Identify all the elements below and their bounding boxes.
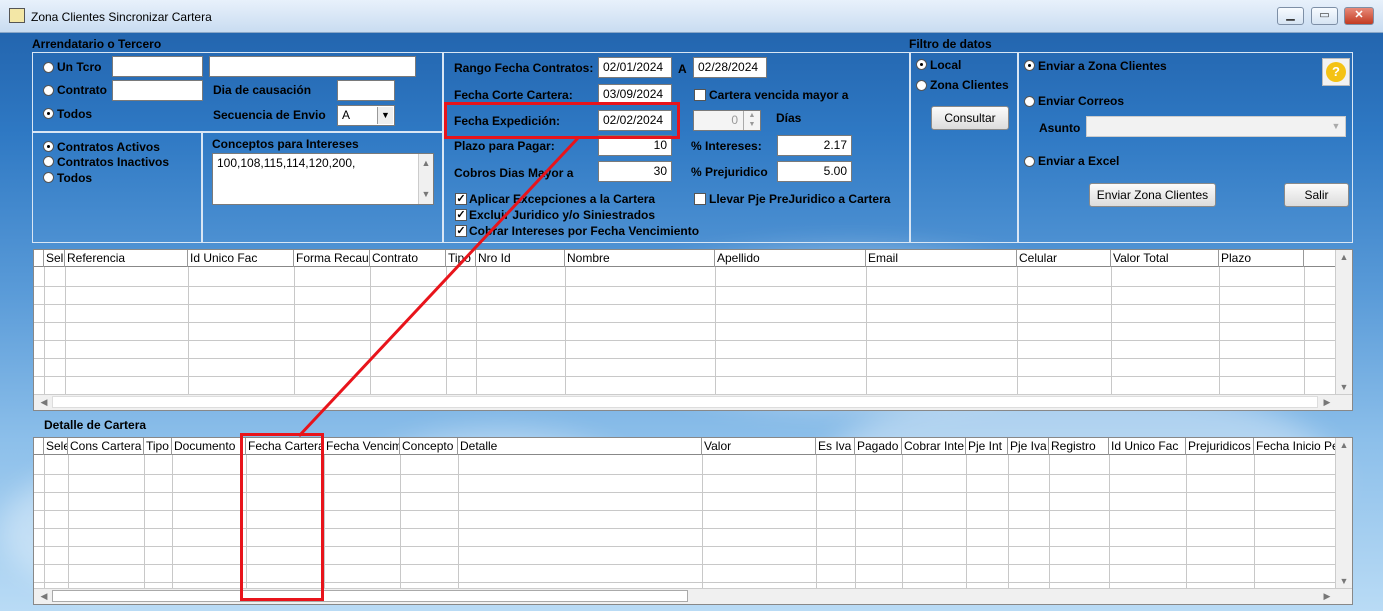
connector-line: [297, 136, 580, 438]
annotation-arrow: [297, 136, 580, 438]
